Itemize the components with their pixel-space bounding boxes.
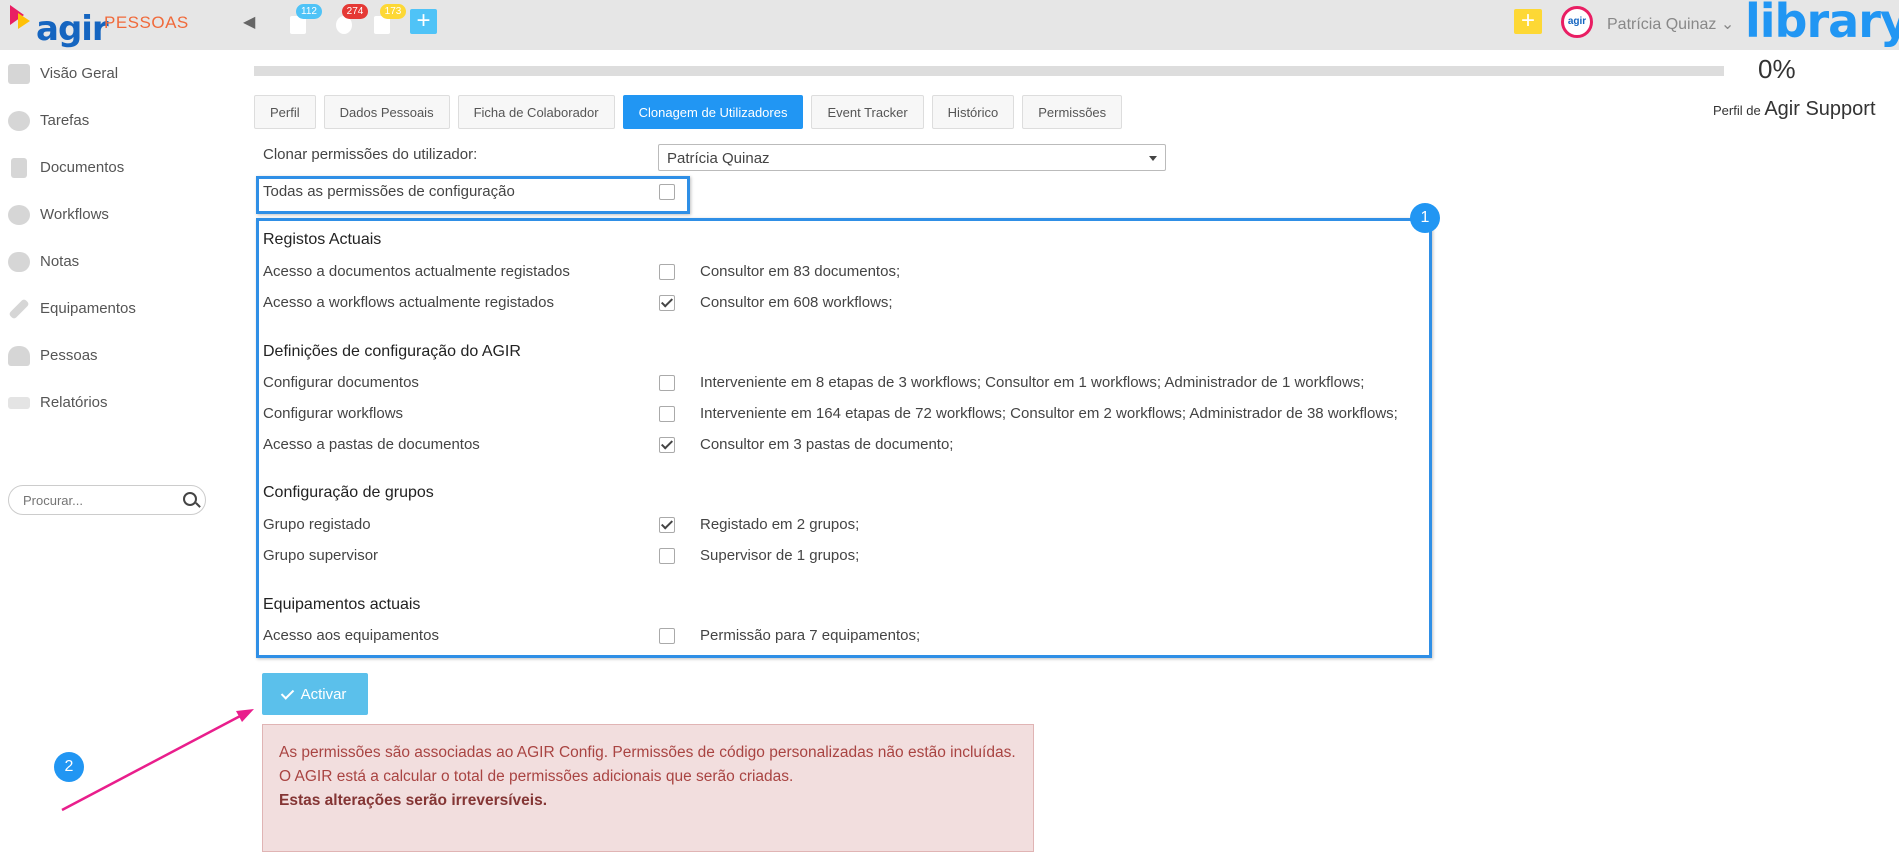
annotation-marker-2: 2 [54, 752, 84, 782]
annotation-arrow [61, 709, 254, 812]
